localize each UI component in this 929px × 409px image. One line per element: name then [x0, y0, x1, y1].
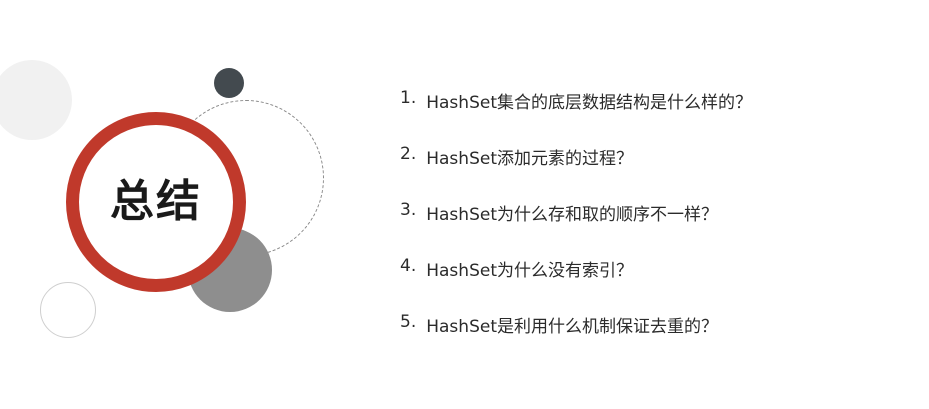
list-item-text: HashSet集合的底层数据结构是什么样的？	[426, 93, 752, 113]
list-item: 3. HashSet为什么存和取的顺序不一样？	[400, 200, 752, 256]
decorative-light-circle	[0, 60, 72, 140]
list-item: 4. HashSet为什么没有索引？	[400, 256, 752, 312]
page-title: 总结	[110, 176, 202, 227]
list-item-text: HashSet是利用什么机制保证去重的？	[426, 317, 718, 337]
list-item-text: HashSet为什么没有索引？	[426, 261, 633, 281]
list-item-text: HashSet添加元素的过程？	[426, 149, 633, 169]
list-item: 2. HashSet添加元素的过程？	[400, 144, 752, 200]
list-item-number: 3.	[400, 200, 417, 220]
list-item: 1. HashSet集合的底层数据结构是什么样的？	[400, 88, 752, 144]
list-item-number: 4.	[400, 256, 417, 276]
list-item-text: HashSet为什么存和取的顺序不一样？	[426, 205, 718, 225]
list-item-number: 5.	[400, 312, 417, 332]
summary-list: 1. HashSet集合的底层数据结构是什么样的？ 2. HashSet添加元素…	[400, 88, 752, 368]
list-item: 5. HashSet是利用什么机制保证去重的？	[400, 312, 752, 368]
decorative-outline-circle	[40, 282, 96, 338]
slide: 总结 1. HashSet集合的底层数据结构是什么样的？ 2. HashSet添…	[0, 0, 929, 409]
list-item-number: 2.	[400, 144, 417, 164]
decorative-dark-dot	[214, 68, 244, 98]
list-item-number: 1.	[400, 88, 417, 108]
title-ring: 总结	[66, 112, 246, 292]
